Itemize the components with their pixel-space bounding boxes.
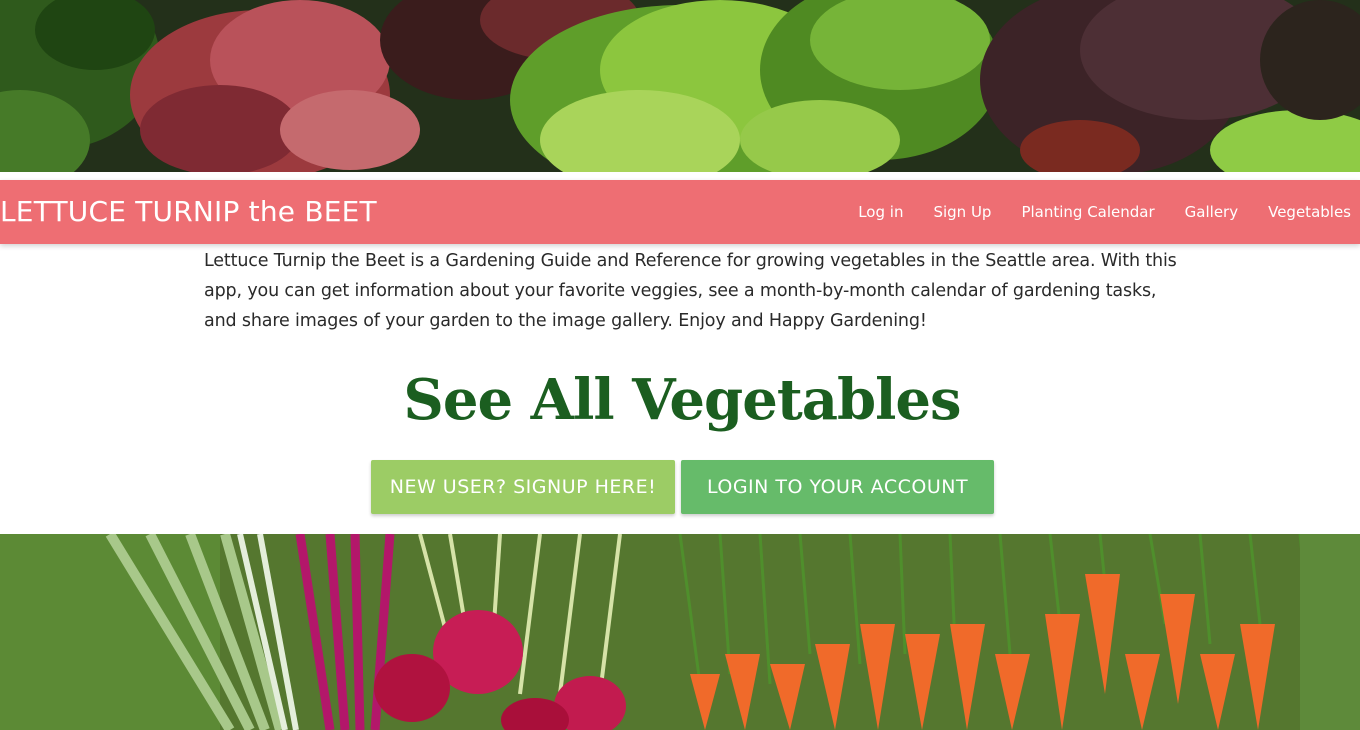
nav-link-login[interactable]: Log in	[843, 180, 918, 244]
nav-link-signup[interactable]: Sign Up	[918, 180, 1006, 244]
lettuce-garden-image	[0, 0, 1360, 172]
login-button[interactable]: LOGIN TO YOUR ACCOUNT	[681, 460, 994, 514]
hero-gap	[0, 172, 1360, 180]
signup-button[interactable]: NEW USER? SIGNUP HERE!	[371, 460, 675, 514]
navbar: LETTUCE TURNIP the BEET Log in Sign Up P…	[0, 180, 1360, 244]
intro-paragraph: Lettuce Turnip the Beet is a Gardening G…	[204, 251, 1177, 331]
see-all-vegetables-heading[interactable]: See All Vegetables	[0, 360, 1360, 440]
nav-link-planting-calendar[interactable]: Planting Calendar	[1006, 180, 1169, 244]
nav-link-gallery[interactable]: Gallery	[1170, 180, 1253, 244]
vegetables-harvest-image	[0, 534, 1360, 730]
nav-link-vegetables[interactable]: Vegetables	[1253, 180, 1360, 244]
brand-logo[interactable]: LETTUCE TURNIP the BEET	[0, 180, 377, 244]
nav-links: Log in Sign Up Planting Calendar Gallery…	[843, 180, 1360, 244]
